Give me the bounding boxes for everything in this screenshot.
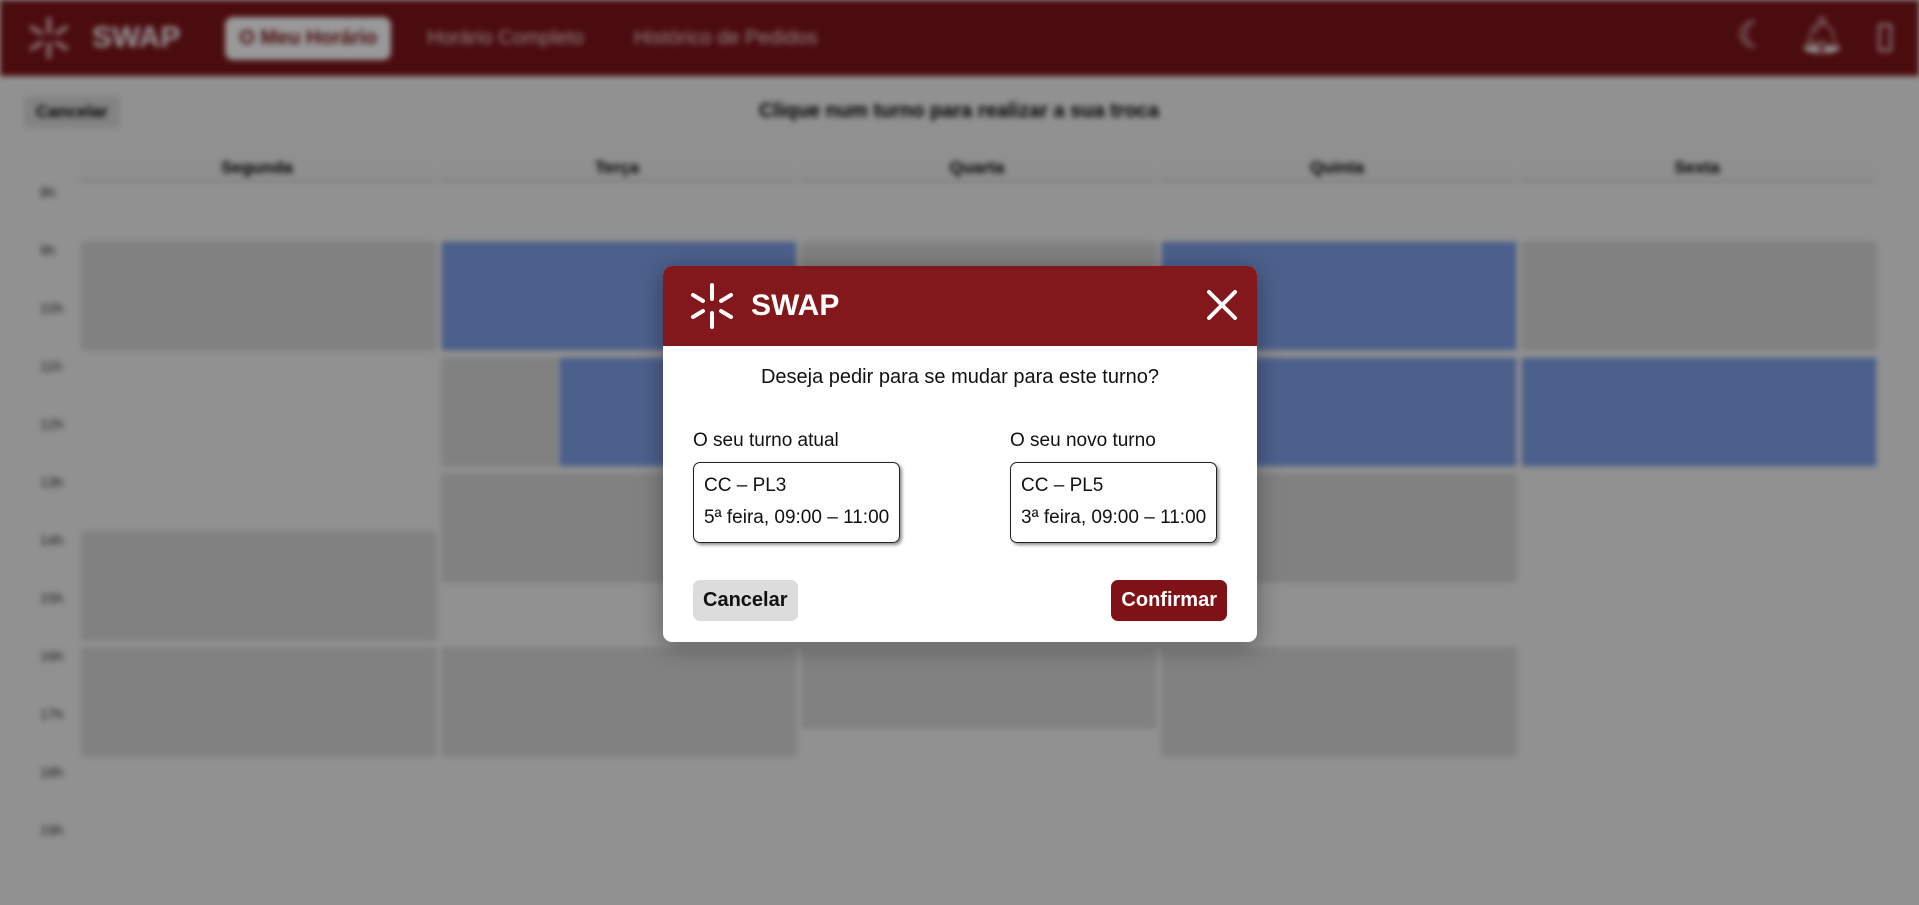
- confirm-button[interactable]: Confirmar: [1111, 580, 1227, 621]
- dialog-question: Deseja pedir para se mudar para este tur…: [760, 366, 1159, 388]
- shift-comparison: O seu turno atual CC – PL3 5ª feira, 09:…: [693, 430, 1227, 543]
- current-shift: O seu turno atual CC – PL3 5ª feira, 09:…: [693, 430, 901, 543]
- swap-confirm-dialog: SWAP Deseja pedir para se mudar para est…: [663, 266, 1257, 642]
- current-shift-time: 5ª feira, 09:00 – 11:00: [704, 507, 890, 528]
- current-shift-name: CC – PL3: [704, 475, 787, 496]
- dialog-header: SWAP: [663, 266, 1257, 346]
- new-shift-card: CC – PL5 3ª feira, 09:00 – 11:00: [1010, 462, 1218, 543]
- cancel-button[interactable]: Cancelar: [693, 580, 798, 621]
- current-shift-label: O seu turno atual: [693, 430, 839, 451]
- new-shift-time: 3ª feira, 09:00 – 11:00: [1021, 507, 1207, 528]
- current-shift-card: CC – PL3 5ª feira, 09:00 – 11:00: [693, 462, 901, 543]
- new-shift-label: O seu novo turno: [1010, 430, 1156, 451]
- new-shift: O seu novo turno CC – PL5 3ª feira, 09:0…: [1010, 430, 1218, 543]
- new-shift-name: CC – PL5: [1021, 475, 1104, 496]
- dialog-title: SWAP: [751, 289, 840, 322]
- close-icon[interactable]: [1205, 288, 1239, 322]
- swap-logo-icon: [691, 283, 733, 329]
